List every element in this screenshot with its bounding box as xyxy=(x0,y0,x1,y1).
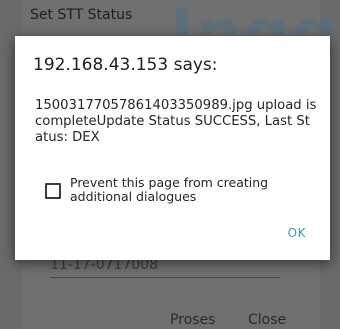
ok-button[interactable]: OK xyxy=(288,226,306,240)
close-button[interactable]: Close xyxy=(248,310,286,329)
prevent-dialogs-option[interactable]: Prevent this page from creating addition… xyxy=(45,176,315,210)
proses-button[interactable]: Proses xyxy=(170,310,215,329)
dialog-message: 150031770578614033509­89.jpg upload is c… xyxy=(35,98,317,145)
dialog-title: 192.168.43.153 says: xyxy=(33,55,218,75)
prevent-dialogs-checkbox[interactable] xyxy=(45,183,61,199)
alert-dialog: 192.168.43.153 says: 1500317705786140335… xyxy=(15,36,330,260)
prevent-dialogs-label: Prevent this page from creating addition… xyxy=(70,175,269,204)
background-header-title: Set STT Status xyxy=(30,7,133,23)
